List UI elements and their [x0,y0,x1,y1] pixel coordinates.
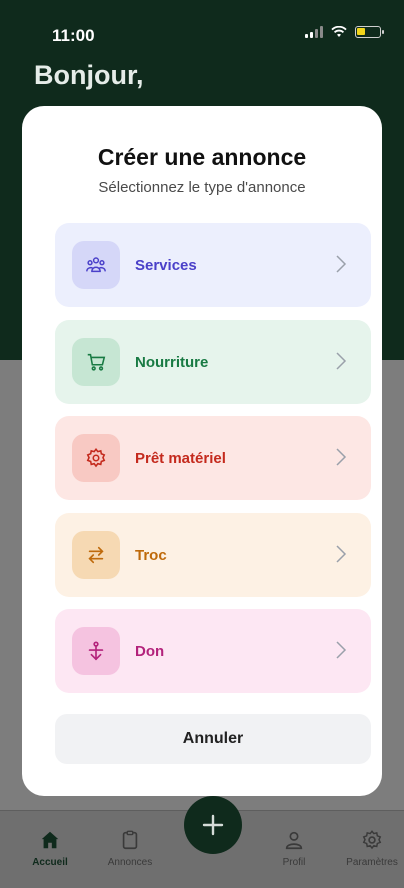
nav-item-parametres[interactable]: Paramètres [340,829,404,868]
user-icon [285,831,303,850]
option-troc[interactable]: Troc [55,513,371,597]
option-label: Services [135,256,197,274]
modal-title: Créer une annonce [97,144,307,170]
status-icons [305,26,384,38]
option-label: Troc [135,546,167,564]
nav-item-annonces[interactable]: Annonces [98,829,162,868]
chevron-right-icon [336,255,347,273]
signal-icon [305,26,323,38]
chevron-right-icon [336,545,347,563]
option-label: Prêt matériel [135,449,226,467]
option-don[interactable]: Don [55,609,371,693]
status-time: 11:00 [52,26,95,45]
nav-label: Paramètres [346,857,398,868]
cart-icon [87,353,106,371]
create-button[interactable] [184,796,242,854]
option-icon-box [72,531,120,579]
option-nourriture[interactable]: Nourriture [55,320,371,404]
status-bar: 11:00 [0,0,404,56]
greeting: Bonjour, [34,60,144,90]
option-icon-box [72,627,120,675]
settings-icon [362,830,382,850]
plus-icon [202,814,224,836]
modal-subtitle: Sélectionnez le type d'annonce [98,179,306,196]
chevron-right-icon [336,641,347,659]
option-services[interactable]: Services [55,223,371,307]
cancel-button[interactable]: Annuler [55,714,371,764]
nav-label: Profil [282,857,306,868]
option-icon-box [72,338,120,386]
chevron-right-icon [336,352,347,370]
option-icon-box [72,241,120,289]
nav-item-profil[interactable]: Profil [262,829,326,868]
nav-label: Annonces [107,857,153,868]
swap-icon [88,546,104,564]
wifi-icon [331,26,347,37]
create-ad-modal: Créer une annonce Sélectionnez le type d… [22,106,382,796]
option-icon-box [72,434,120,482]
nav-item-accueil[interactable]: Accueil [18,829,82,868]
clipboard-icon [122,830,138,850]
anchor-icon [88,641,104,661]
nav-label: Accueil [32,857,68,868]
chevron-right-icon [336,448,347,466]
option-label: Nourriture [135,353,209,371]
option-label: Don [135,642,165,660]
battery-icon [355,26,384,38]
option-pret-materiel[interactable]: Prêt matériel [55,416,371,500]
home-icon [41,831,59,849]
users-icon [86,257,106,273]
gear-icon [86,448,106,468]
